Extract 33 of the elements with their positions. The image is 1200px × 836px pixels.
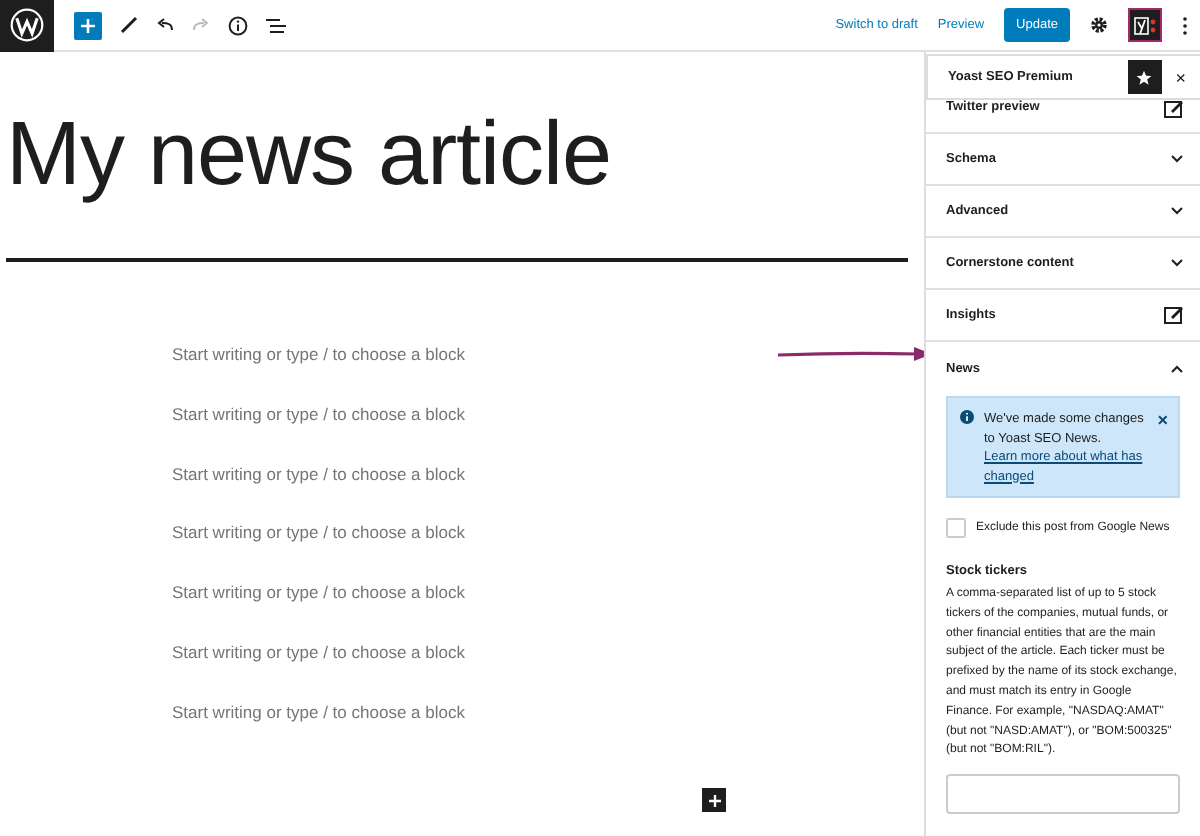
chevron-down-icon — [1170, 154, 1184, 164]
chevron-down-icon — [1170, 206, 1184, 216]
pencil-icon[interactable] — [120, 16, 138, 34]
info-icon — [960, 410, 974, 424]
checkbox[interactable] — [946, 518, 966, 538]
star-button[interactable] — [1127, 60, 1162, 94]
plus-icon — [707, 793, 721, 807]
block-placeholder[interactable]: Start writing or type / to choose a block — [172, 401, 924, 462]
star-icon — [1136, 69, 1153, 85]
block-placeholder[interactable]: Start writing or type / to choose a block — [172, 639, 924, 700]
stock-tickers-field[interactable] — [946, 774, 1180, 815]
block-placeholder[interactable]: Start writing or type / to choose a block — [172, 699, 924, 760]
plus-icon — [80, 17, 96, 33]
edit-icon — [1164, 306, 1184, 324]
chevron-up-icon — [1170, 363, 1184, 373]
more-options-icon[interactable] — [1182, 15, 1188, 35]
dismiss-button[interactable]: × — [1157, 410, 1168, 430]
yoast-button[interactable] — [1128, 8, 1162, 42]
list-view-icon[interactable] — [266, 17, 286, 33]
chevron-down-icon — [1170, 258, 1184, 268]
post-title[interactable]: My news article — [6, 108, 924, 198]
wordpress-logo[interactable] — [0, 0, 54, 51]
block-placeholder[interactable]: Start writing or type / to choose a block — [172, 461, 924, 521]
undo-icon[interactable] — [156, 18, 174, 32]
block-placeholder[interactable]: Start writing or type / to choose a block — [172, 342, 924, 402]
block-placeholder[interactable]: Start writing or type / to choose a block — [172, 580, 924, 640]
close-button[interactable]: × — [1161, 67, 1200, 87]
info-icon[interactable] — [228, 15, 248, 35]
block-placeholder[interactable]: Start writing or type / to choose a block — [172, 520, 924, 581]
edit-icon — [1164, 100, 1184, 118]
add-block-button[interactable] — [702, 788, 726, 812]
settings-icon[interactable] — [1090, 16, 1108, 34]
yoast-logo — [1133, 15, 1157, 35]
